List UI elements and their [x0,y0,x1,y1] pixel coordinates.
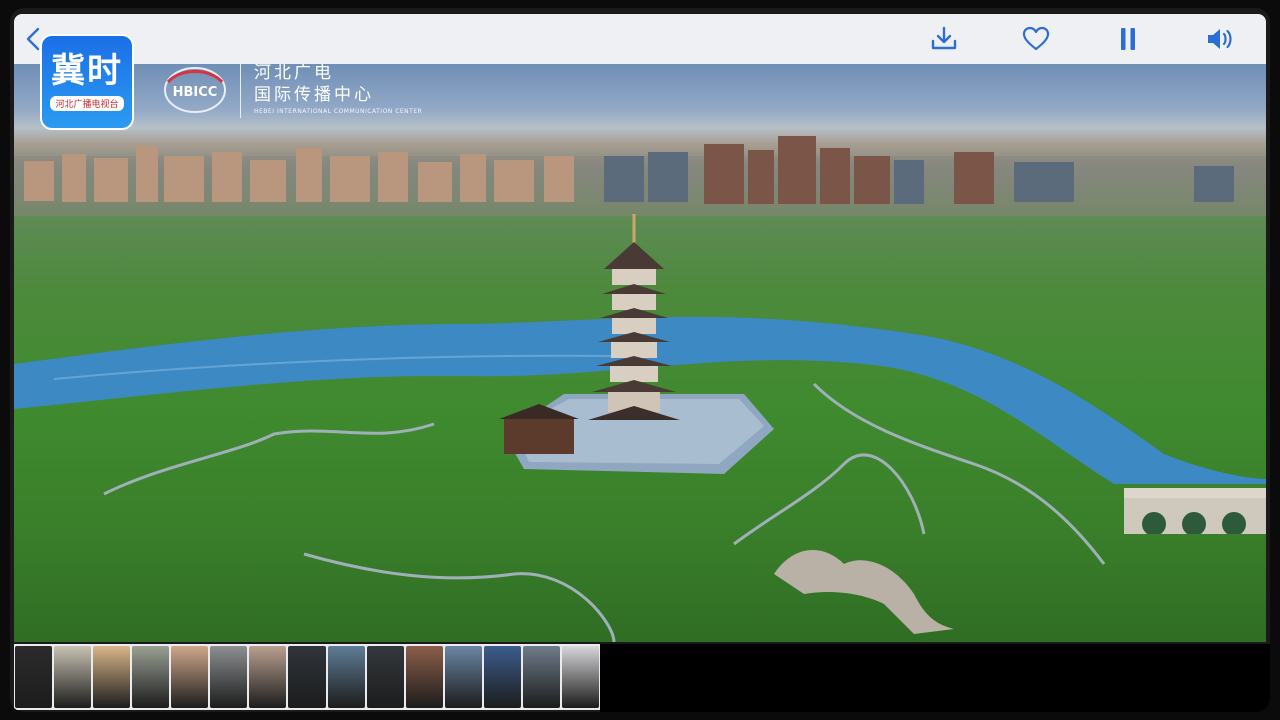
favorite-button[interactable] [1019,22,1053,56]
top-toolbar [14,14,1266,64]
thumbnail-filmstrip [14,644,600,710]
download-button[interactable] [927,22,961,56]
filmstrip-thumbnail[interactable] [405,646,443,708]
volume-button[interactable] [1203,22,1237,56]
filmstrip-thumbnail[interactable] [288,646,326,708]
filmstrip-thumbnail[interactable] [210,646,248,708]
org-name-line2: 国际传播中心 [254,85,374,105]
org-name-english: HEBEI INTERNATIONAL COMMUNICATION CENTER [254,108,423,115]
filmstrip-thumbnail[interactable] [522,646,560,708]
filmstrip-thumbnail[interactable] [444,646,482,708]
filmstrip-thumbnail[interactable] [327,646,365,708]
filmstrip-thumbnail[interactable] [171,646,209,708]
hbicc-logo: HBICC [164,67,226,113]
pause-icon [1121,28,1135,50]
logo-subtitle: 河北广播电视台 [50,95,124,111]
jishi-logo: 冀时 河北广播电视台 [40,34,134,130]
video-frame: 冀时 河北广播电视台 HBICC 河北广电 国际传播中心 HEBEI INTER… [10,8,1270,712]
volume-icon [1208,29,1232,49]
video-content[interactable] [14,64,1266,642]
filmstrip-thumbnail[interactable] [54,646,92,708]
pause-button[interactable] [1111,22,1145,56]
path-lines-image [103,382,1106,642]
logo-text: 冀时 [51,50,123,91]
org-name-line1: 河北广电 [254,63,334,83]
filmstrip-thumbnail[interactable] [249,646,287,708]
heart-icon [1022,26,1050,51]
filmstrip-thumbnail[interactable] [132,646,170,708]
filmstrip-empty-area [600,644,1270,712]
logo-divider [240,64,241,118]
download-icon [931,26,957,50]
filmstrip-thumbnail[interactable] [561,646,599,708]
filmstrip-thumbnail[interactable] [483,646,521,708]
org-name: 河北广电 国际传播中心 HEBEI INTERNATIONAL COMMUNIC… [254,62,422,115]
filmstrip-thumbnail[interactable] [15,646,53,708]
filmstrip-thumbnail[interactable] [93,646,131,708]
toolbar-actions [898,14,1266,64]
hbicc-logo-text: HBICC [173,85,218,100]
filmstrip-thumbnail[interactable] [366,646,404,708]
